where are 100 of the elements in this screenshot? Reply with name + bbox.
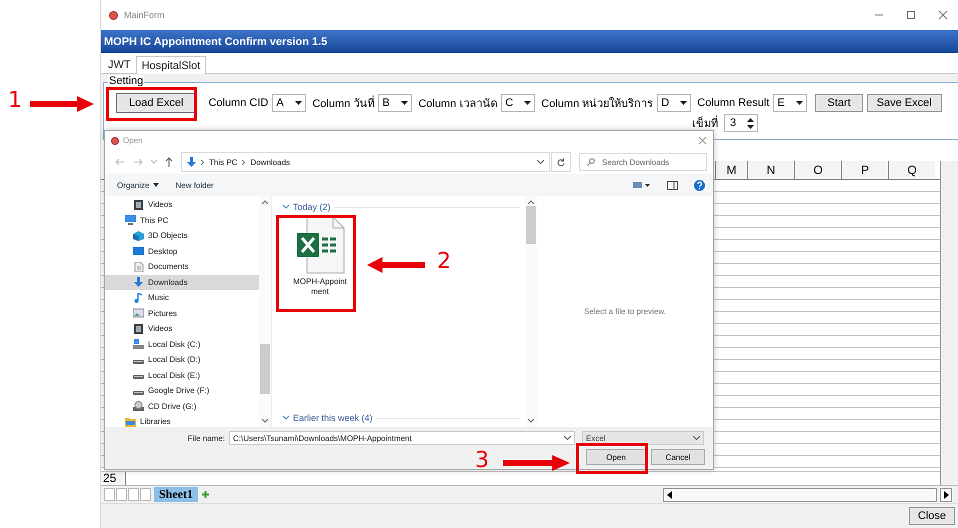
vertical-scrollbar[interactable] <box>940 161 958 485</box>
file-name-field[interactable]: C:\Users\Tsunami\Downloads\MOPH-Appointment <box>229 431 575 445</box>
column-label: Column วันที่ <box>312 94 374 112</box>
chevron-icon[interactable] <box>564 436 571 440</box>
horizontal-scrollbar[interactable] <box>663 488 937 502</box>
up-arrow-icon[interactable] <box>165 157 173 167</box>
refresh-button[interactable] <box>551 152 571 172</box>
navigation-item[interactable]: Local Disk (D:) <box>105 352 259 368</box>
scroll-down-icon[interactable] <box>262 419 268 423</box>
start-button[interactable]: Start <box>815 94 863 112</box>
step-number: 3 <box>475 449 489 473</box>
music-note-icon <box>133 292 144 303</box>
navigation-item[interactable]: 3D Objects <box>105 228 259 244</box>
caret-icon <box>524 101 532 105</box>
scroll-up-icon[interactable] <box>262 200 268 204</box>
chevron-icon <box>201 160 204 164</box>
chevron-icon <box>242 160 246 164</box>
group-header[interactable]: Earlier this week (4) <box>282 413 373 423</box>
file-name[interactable]: MOPH-Appointment <box>290 277 350 297</box>
document-icon <box>133 262 144 272</box>
file-name-label: File name: <box>186 434 226 442</box>
maximize-icon[interactable] <box>906 10 916 20</box>
navigation-item[interactable]: Videos <box>105 197 259 212</box>
row-header: 25 <box>101 472 126 485</box>
navigation-item[interactable]: Desktop <box>105 244 259 259</box>
window-title: MainForm <box>124 10 165 20</box>
navigation-item[interactable]: Libraries <box>105 414 259 430</box>
tab[interactable]: HospitalSlot <box>136 56 206 74</box>
sheet-tab[interactable]: Sheet1 <box>154 487 198 502</box>
scroll-thumb[interactable] <box>526 206 536 244</box>
caret-icon <box>796 101 804 105</box>
add-sheet-icon[interactable] <box>201 490 210 499</box>
scroll-up-icon[interactable] <box>528 200 534 204</box>
save-excel-button[interactable]: Save Excel <box>866 94 942 112</box>
app-icon <box>109 10 118 20</box>
search-field[interactable]: Search Downloads <box>579 153 707 171</box>
column-dropdown[interactable]: B <box>378 94 412 112</box>
navigation-item[interactable]: This PC <box>105 212 259 228</box>
view-icon[interactable] <box>633 181 651 189</box>
group-header[interactable]: Today (2) <box>282 202 331 212</box>
breadcrumb[interactable]: This PC <box>209 158 238 166</box>
monitor-icon <box>125 215 136 226</box>
open-button[interactable]: Open <box>586 449 646 465</box>
navigation-item[interactable]: Videos <box>105 321 259 336</box>
column-header: M <box>715 161 747 179</box>
new-folder-button[interactable]: New folder <box>175 180 214 190</box>
column-dropdown[interactable]: D <box>657 94 692 112</box>
file-type-dropdown[interactable]: Excel <box>582 431 704 445</box>
close-button[interactable]: Close <box>908 507 955 525</box>
group-title: Setting <box>108 75 144 87</box>
cube-icon <box>133 230 144 241</box>
navigation-item[interactable]: Local Disk (E:) <box>105 368 259 383</box>
cancel-button[interactable]: Cancel <box>651 449 705 465</box>
tab[interactable]: JWT <box>103 57 136 73</box>
breadcrumb[interactable]: Downloads <box>250 158 290 166</box>
column-dropdown[interactable]: A <box>272 94 306 112</box>
dialog-title: Open <box>123 136 143 145</box>
navigation-item[interactable]: Local Disk (C:) <box>105 336 259 352</box>
caret-icon <box>153 183 160 187</box>
column-header: N <box>747 161 794 179</box>
film-icon <box>133 200 144 210</box>
step-number: 1 <box>8 89 22 113</box>
chevron-icon[interactable] <box>537 160 544 164</box>
pointer-arrow <box>367 257 425 273</box>
scroll-down-icon[interactable] <box>528 419 534 423</box>
spreadsheet-file-icon[interactable] <box>295 216 345 274</box>
film-icon <box>133 324 144 334</box>
navigation-item[interactable]: CD Drive (G:) <box>105 398 259 414</box>
pointer-arrow <box>30 96 94 112</box>
navigation-item[interactable]: Google Drive (F:) <box>105 383 259 398</box>
file-list-scrollbar[interactable] <box>525 196 537 427</box>
search-icon <box>587 158 595 166</box>
caret-icon <box>680 101 688 105</box>
preview-pane-icon[interactable] <box>667 180 678 190</box>
spinner-arrows-icon <box>747 118 754 128</box>
download-icon <box>187 157 196 167</box>
column-dropdown[interactable]: E <box>773 94 808 112</box>
navigation-item[interactable]: Documents <box>105 259 259 274</box>
picture-icon <box>133 308 144 318</box>
scroll-left-icon[interactable] <box>666 490 674 500</box>
dose-spinner[interactable]: 3 <box>724 114 758 132</box>
close-icon[interactable] <box>698 136 707 145</box>
address-bar[interactable]: This PC Downloads <box>181 152 550 172</box>
column-label: Column หน่วยให้บริการ <box>541 96 654 112</box>
help-icon[interactable] <box>694 180 705 190</box>
organize-button[interactable]: Organize <box>117 180 160 190</box>
drive-icon <box>133 339 144 350</box>
column-header: P <box>841 161 888 179</box>
scroll-right-icon[interactable] <box>940 488 952 502</box>
navigation-item[interactable]: Downloads <box>105 274 259 290</box>
navigation-item[interactable]: Pictures <box>105 306 259 321</box>
navigation-scrollbar[interactable] <box>259 196 271 427</box>
chevron-icon <box>693 436 700 440</box>
load-excel-button[interactable]: Load Excel <box>116 93 196 113</box>
scroll-thumb[interactable] <box>260 344 270 394</box>
caret-icon <box>295 101 302 105</box>
column-dropdown[interactable]: C <box>501 94 536 112</box>
column-header: Q <box>888 161 935 179</box>
close-icon[interactable] <box>938 10 948 20</box>
navigation-item[interactable]: Music <box>105 290 259 306</box>
